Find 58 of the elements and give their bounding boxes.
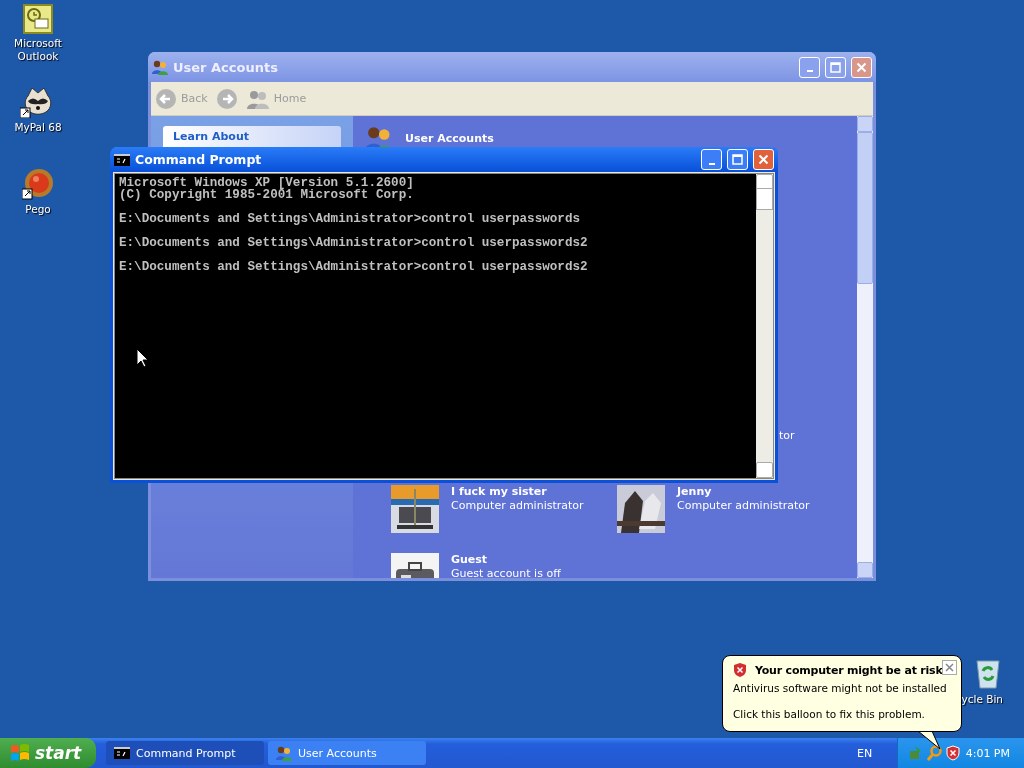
back-button[interactable]: Back — [155, 87, 208, 110]
scrollbar-thumb[interactable] — [756, 188, 773, 210]
users-icon — [276, 745, 292, 761]
mouse-pointer-icon — [136, 348, 148, 368]
account-name[interactable]: Guest — [451, 553, 561, 566]
console-icon — [114, 747, 130, 759]
account-type: Computer administrator — [677, 499, 810, 512]
scrollbar-thumb[interactable] — [857, 132, 873, 284]
scroll-down-button[interactable] — [756, 462, 773, 478]
scroll-up-button[interactable] — [857, 116, 873, 132]
language-indicator[interactable]: EN — [857, 746, 897, 760]
balloon-message: Antivirus software might not be installed — [733, 682, 948, 694]
close-button[interactable] — [942, 660, 957, 675]
desktop-icon-label[interactable]: MyPal 68 — [14, 121, 62, 134]
envelope-clock-icon[interactable] — [23, 4, 53, 34]
window-title: Command Prompt — [135, 152, 263, 167]
window-icon — [152, 59, 168, 75]
maximize-button[interactable] — [727, 149, 748, 170]
recycle-bin-icon[interactable] — [973, 657, 1003, 689]
home-button[interactable]: Home — [245, 88, 307, 109]
close-icon — [945, 663, 954, 672]
balloon-message: Click this balloon to fix this problem. — [733, 708, 926, 720]
minimize-icon — [806, 70, 813, 72]
security-shield-icon[interactable] — [946, 745, 960, 761]
windows-logo-icon — [10, 744, 30, 762]
search-icon[interactable] — [927, 745, 943, 761]
desktop-icon-label[interactable]: Microsoft Outlook — [14, 37, 62, 63]
balloon-title: Your computer might be at risk — [755, 663, 943, 677]
section-title: User Accounts — [405, 131, 494, 145]
desktop-icon-label[interactable]: ycle Bin — [961, 693, 1003, 706]
account-name[interactable]: I fuck my sister — [451, 485, 584, 498]
people-icon — [245, 88, 270, 109]
minimize-icon — [708, 162, 715, 165]
orb-icon[interactable] — [22, 168, 54, 200]
window-title: User Accounts — [173, 59, 279, 75]
notification-balloon[interactable]: Your computer might be at risk Antivirus software might not be installed Click this balloon to fix this problem. — [722, 655, 962, 732]
security-shield-icon — [733, 662, 747, 678]
account-type: tor — [779, 429, 795, 442]
desktop-icon-label[interactable]: Pego — [25, 203, 51, 216]
console-output: Microsoft Windows XP [Version 5.1.2600] (C) Copyright 1985-2001 Microsoft Corp. E:\Documents and Settings\Administrator>control userpasswords E:\Documents and Settings\Administrator>control userpasswords2 E:\Documents and Settings\Administrator>control userpasswords2 — [119, 177, 588, 273]
minimize-button[interactable] — [799, 56, 820, 78]
account-type: Computer administrator — [451, 499, 584, 512]
sidebar-heading: Learn About — [163, 126, 341, 147]
close-icon — [758, 154, 769, 165]
account-type: Guest account is off — [451, 567, 561, 578]
clock[interactable]: 4:01 PM — [965, 746, 1010, 760]
account-name[interactable]: Jenny — [677, 485, 810, 498]
close-icon — [856, 61, 867, 73]
console-icon — [114, 153, 130, 166]
maximize-icon — [830, 61, 841, 73]
start-button[interactable]: start — [0, 738, 96, 768]
minimize-button[interactable] — [701, 149, 722, 170]
forward-button[interactable] — [215, 87, 238, 110]
taskbar-button[interactable]: User Accounts — [268, 741, 426, 765]
taskbar-button[interactable]: Command Prompt — [106, 741, 264, 765]
scroll-down-button[interactable] — [857, 562, 873, 578]
maximize-button[interactable] — [825, 56, 846, 78]
maximize-icon — [732, 154, 743, 165]
